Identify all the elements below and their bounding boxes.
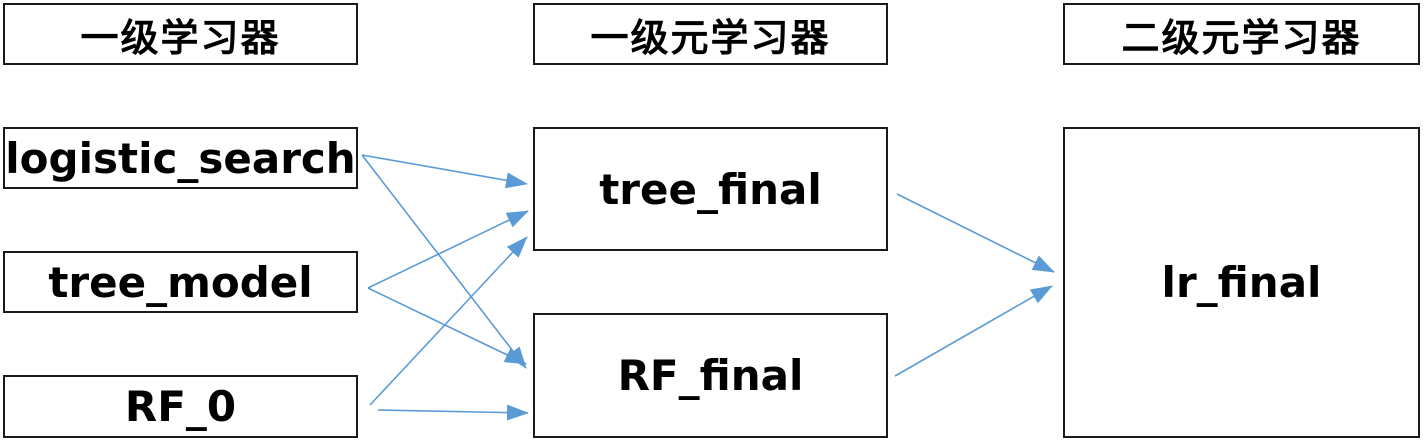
- arrow-tree-model-to-tree-final: [367, 210, 529, 289]
- node-tree-model: tree_model: [3, 251, 358, 313]
- arrow-rf0-to-tree-final: [369, 236, 528, 406]
- arrow-rf0-to-rf-final: [377, 404, 529, 421]
- arrow-logistic-to-rf-final: [361, 154, 527, 369]
- node-logistic-search: logistic_search: [3, 127, 358, 189]
- arrow-rf-final-to-lr-final: [894, 285, 1053, 377]
- arrow-tree-model-to-rf-final: [367, 287, 527, 365]
- node-rf-final: RF_final: [533, 313, 888, 438]
- arrow-logistic-to-tree-final: [361, 154, 528, 189]
- node-rf-0: RF_0: [3, 375, 358, 438]
- node-tree-final: tree_final: [533, 127, 888, 251]
- node-lr-final: lr_final: [1063, 127, 1420, 438]
- arrow-tree-final-to-lr-final: [896, 193, 1055, 273]
